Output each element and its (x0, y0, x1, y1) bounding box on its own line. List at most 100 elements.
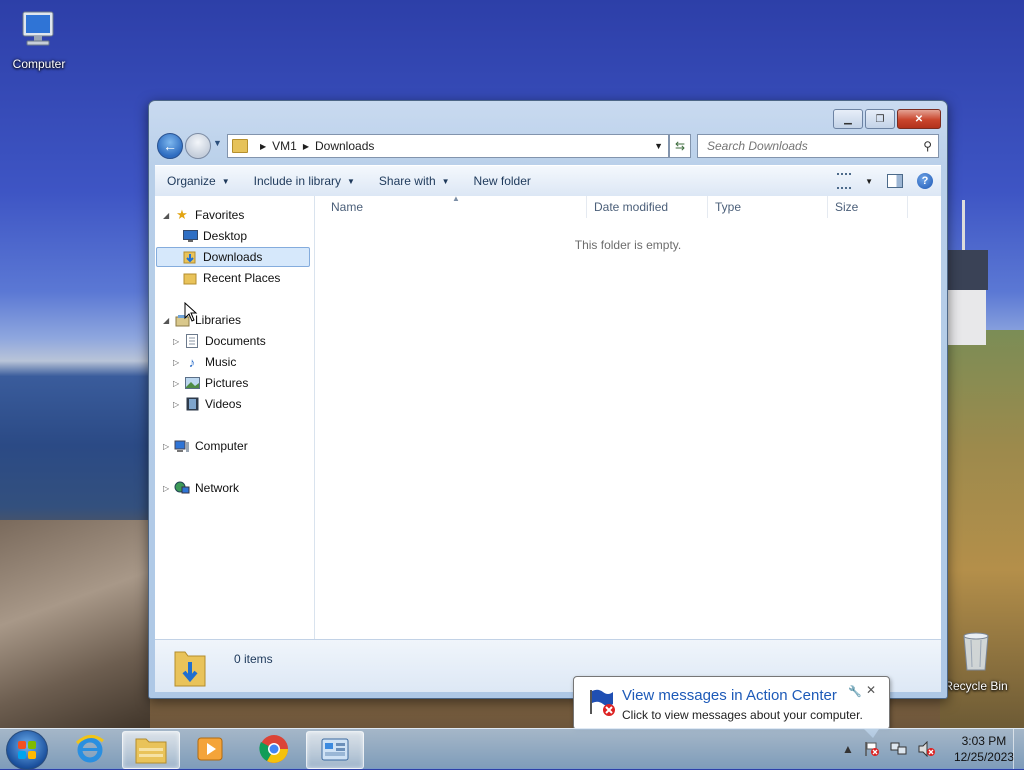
close-icon[interactable]: ✕ (866, 683, 876, 697)
desktop-icon (182, 229, 198, 243)
magnifier-icon[interactable]: ⚲ (923, 139, 932, 153)
share-with-label: Share with (378, 174, 436, 188)
close-icon: ✕ (914, 113, 924, 125)
breadcrumb-separator-icon[interactable]: ▶ (303, 142, 309, 151)
nav-item-recent-places[interactable]: Recent Places (181, 268, 280, 288)
nav-item-network[interactable]: ▷ Network (163, 478, 239, 498)
nav-label: Desktop (203, 229, 248, 243)
expand-arrow-icon[interactable]: ▷ (173, 337, 183, 346)
taskbar-control-panel[interactable] (306, 731, 364, 769)
expand-arrow-icon[interactable]: ▷ (163, 484, 173, 493)
nav-item-downloads[interactable]: Downloads (156, 247, 310, 267)
system-clock[interactable]: 3:03 PM 12/25/2023 (954, 733, 1014, 765)
nav-label: Recent Places (203, 271, 281, 285)
show-desktop-button[interactable] (1013, 729, 1024, 769)
nav-item-desktop[interactable]: Desktop (181, 226, 247, 246)
help-icon[interactable]: ? (917, 173, 933, 189)
column-header-date-modified[interactable]: Date modified (587, 196, 708, 218)
dropdown-arrow-icon: ▼ (441, 176, 450, 186)
new-folder-button[interactable]: New folder (462, 174, 543, 188)
command-bar: Organize ▼ Include in library ▼ Share wi… (155, 165, 941, 197)
music-note-icon: ♪ (188, 354, 196, 370)
notification-message: Click to view messages about your comput… (622, 708, 863, 722)
column-header-size[interactable]: Size (828, 196, 908, 218)
dropdown-arrow-icon: ▼ (221, 176, 230, 186)
notification-title[interactable]: View messages in Action Center (622, 687, 837, 704)
minimize-button[interactable]: ▁ (833, 109, 863, 129)
desktop-icon-recycle-bin-label: Recycle Bin (944, 679, 1008, 693)
navigation-bar: ← ▼ ▶ VM1 ▶ Downloads ▼ ⇆ ⚲ (157, 133, 939, 159)
nav-label: Network (195, 481, 240, 495)
show-hidden-icons-icon[interactable]: ▲ (842, 742, 854, 756)
nav-label: Documents (205, 334, 266, 348)
column-header-name[interactable]: Name (315, 196, 587, 218)
windows-logo-icon (18, 741, 36, 759)
empty-folder-message: This folder is empty. (574, 238, 682, 252)
address-dropdown-icon[interactable]: ▼ (654, 141, 663, 151)
column-header-type[interactable]: Type (708, 196, 828, 218)
nav-item-documents[interactable]: ▷ Documents (173, 331, 266, 351)
view-options-dropdown-icon[interactable]: ▼ (865, 177, 873, 186)
nav-item-favorites[interactable]: ◢ ★ Favorites (163, 205, 244, 225)
nav-item-videos[interactable]: ▷ Videos (173, 394, 241, 414)
taskbar: ▲ 3:03 PM 12/25/2023 (0, 728, 1024, 770)
search-input[interactable] (705, 138, 909, 154)
nav-item-music[interactable]: ▷ ♪ Music (173, 352, 236, 372)
clock-date: 12/25/2023 (953, 750, 1014, 764)
documents-icon (184, 334, 200, 348)
nav-label: Pictures (205, 376, 249, 390)
volume-muted-icon[interactable] (918, 741, 936, 757)
share-with-button[interactable]: Share with ▼ (367, 174, 462, 188)
taskbar-internet-explorer[interactable] (62, 731, 118, 767)
new-folder-label: New folder (473, 174, 531, 188)
star-icon: ★ (176, 207, 188, 222)
expand-arrow-icon[interactable]: ▷ (163, 442, 173, 451)
refresh-button[interactable]: ⇆ (669, 134, 691, 158)
include-in-library-button[interactable]: Include in library ▼ (242, 174, 367, 188)
address-bar[interactable]: ▶ VM1 ▶ Downloads ▼ (227, 134, 669, 158)
preview-pane-icon[interactable] (887, 174, 903, 188)
taskbar-media-player[interactable] (182, 731, 238, 767)
breadcrumb-vm1[interactable]: VM1 (272, 139, 297, 153)
pictures-icon (184, 376, 200, 390)
desktop-icon-computer[interactable]: Computer (8, 8, 70, 71)
nav-label: Libraries (195, 313, 242, 327)
start-button[interactable] (6, 730, 48, 770)
network-globe-icon (174, 481, 190, 495)
expand-arrow-icon[interactable]: ▷ (173, 358, 183, 367)
back-button[interactable]: ← (157, 133, 183, 159)
collapse-arrow-icon[interactable]: ◢ (163, 316, 173, 325)
change-view-icon[interactable] (837, 173, 852, 189)
expand-arrow-icon[interactable]: ▷ (173, 400, 183, 409)
organize-button[interactable]: Organize ▼ (155, 174, 242, 188)
forward-button[interactable] (185, 133, 211, 159)
breadcrumb-downloads[interactable]: Downloads (315, 139, 374, 153)
desktop-icon-recycle-bin[interactable]: Recycle Bin (944, 630, 1008, 693)
computer-icon (22, 11, 54, 46)
wallpaper-rocks (0, 520, 150, 730)
nav-item-libraries[interactable]: ◢ Libraries (163, 310, 241, 330)
action-center-tray-icon[interactable] (864, 741, 880, 757)
window-controls: ▁ ❐ ✕ (833, 109, 941, 129)
wrench-icon[interactable]: 🔧 (848, 685, 862, 698)
nav-item-computer[interactable]: ▷ Computer (163, 436, 248, 456)
internet-explorer-icon (75, 735, 104, 763)
recent-pages-dropdown[interactable]: ▼ (213, 138, 222, 148)
restore-button[interactable]: ❐ (865, 109, 895, 129)
taskbar-windows-explorer[interactable] (122, 731, 180, 769)
nav-label: Downloads (203, 250, 263, 264)
search-box[interactable]: ⚲ (697, 134, 939, 158)
expand-arrow-icon[interactable]: ▷ (173, 379, 183, 388)
nav-item-pictures[interactable]: ▷ Pictures (173, 373, 248, 393)
refresh-icon: ⇆ (674, 139, 686, 153)
network-tray-icon[interactable] (890, 741, 908, 757)
nav-label: Favorites (195, 208, 245, 222)
breadcrumb-separator-icon[interactable]: ▶ (260, 142, 266, 151)
close-button[interactable]: ✕ (897, 109, 941, 129)
minimize-icon: ▁ (844, 113, 852, 125)
folder-icon (135, 738, 167, 764)
action-center-notification[interactable]: View messages in Action Center Click to … (573, 676, 890, 738)
desktop-icon-computer-label: Computer (12, 57, 66, 71)
taskbar-chrome[interactable] (246, 731, 302, 767)
collapse-arrow-icon[interactable]: ◢ (163, 211, 173, 220)
